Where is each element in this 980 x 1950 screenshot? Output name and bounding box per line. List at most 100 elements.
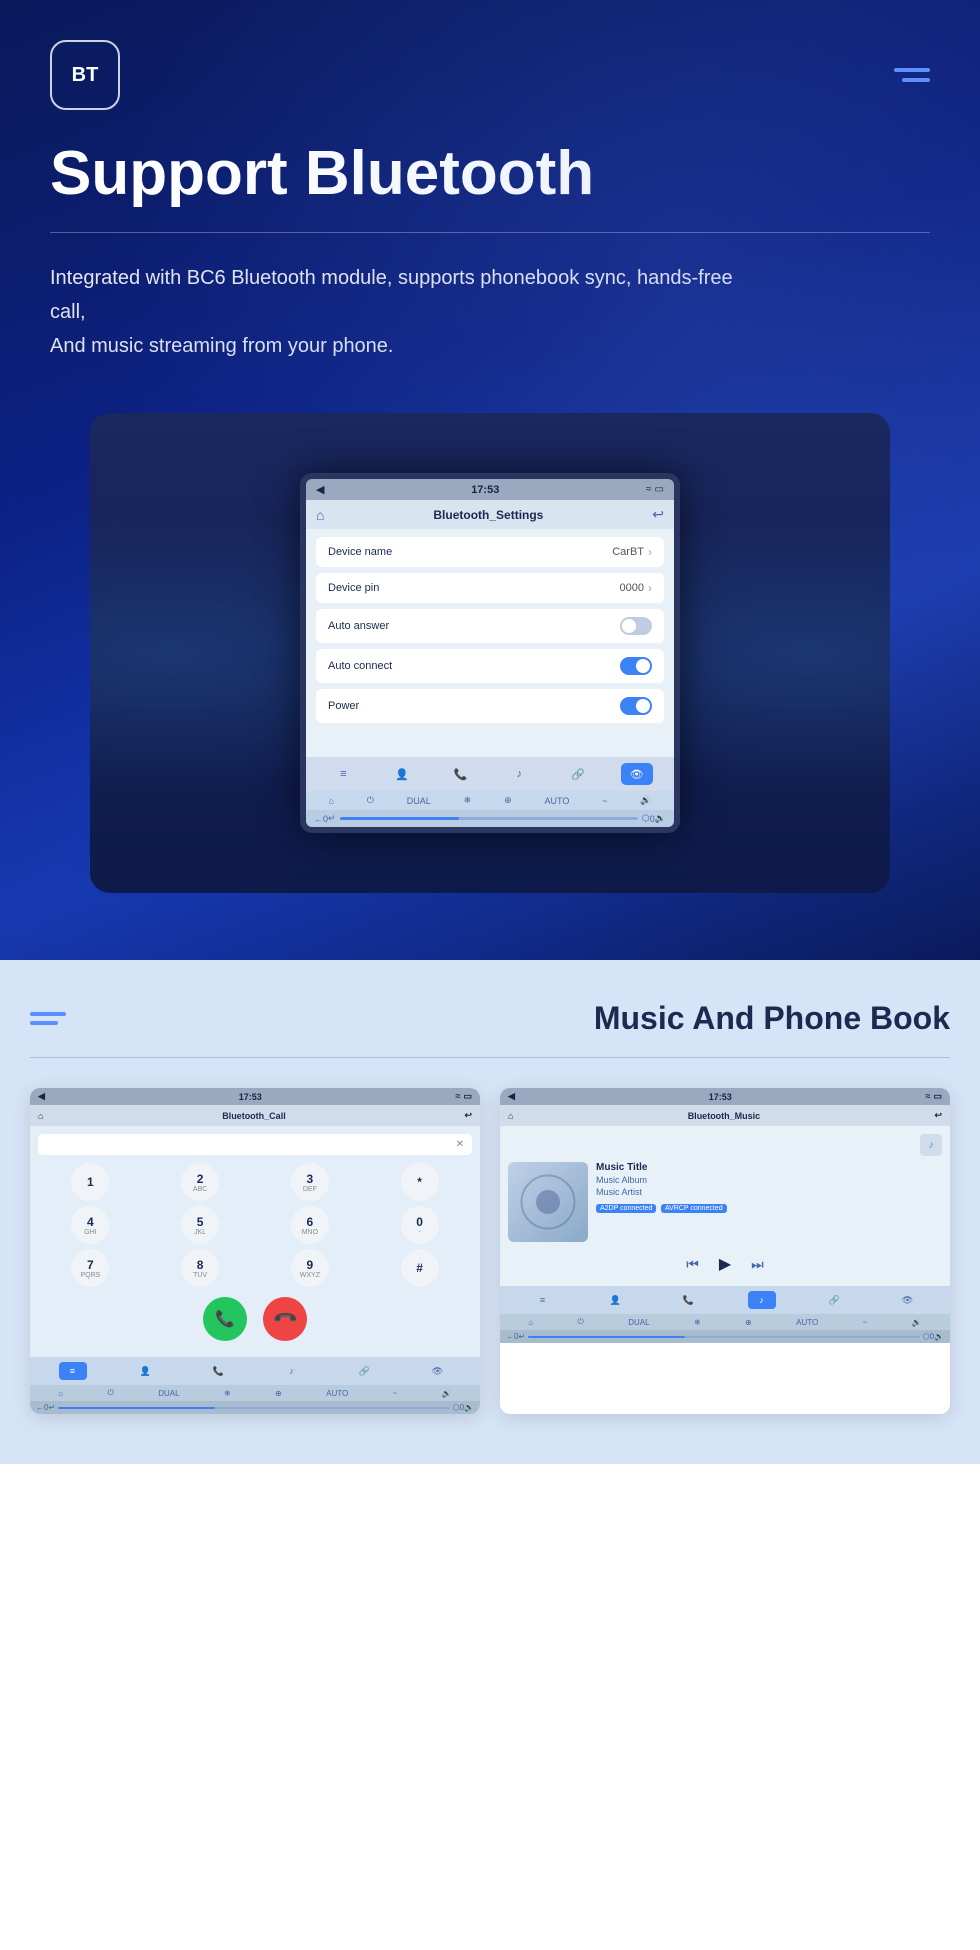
key-0[interactable]: 0-	[401, 1206, 439, 1244]
call-ctrl-vol[interactable]: 🔊	[442, 1389, 452, 1398]
music-status-bar: ◀ 17:53 ≈ ▭	[500, 1088, 950, 1105]
tab-link-icon[interactable]: 🔗	[562, 763, 594, 785]
key-4[interactable]: 4GHI	[71, 1206, 109, 1244]
call-bar-temp: ⬡	[453, 1403, 460, 1412]
key-star[interactable]: *	[401, 1163, 439, 1201]
call-tab-menu[interactable]: ≡	[59, 1362, 87, 1380]
key-2[interactable]: 2ABC	[181, 1163, 219, 1201]
music-note-btn[interactable]: ♪	[920, 1134, 942, 1156]
music-note-row: ♪	[508, 1134, 942, 1156]
music-tab-eye[interactable]: 👁	[894, 1291, 922, 1309]
device-name-label: Device name	[328, 546, 392, 558]
hero-divider	[50, 232, 930, 233]
music-home-icon[interactable]: ⌂	[508, 1111, 513, 1121]
ctrl-dual-label: DUAL	[407, 796, 431, 806]
power-toggle[interactable]	[620, 697, 652, 715]
key-8[interactable]: 8TUV	[181, 1249, 219, 1287]
volume-bar	[340, 817, 638, 820]
call-ctrl-fan: ~	[393, 1389, 398, 1398]
call-bar-vol[interactable]: 🔈	[464, 1403, 474, 1412]
two-screens: ◀ 17:53 ≈ ▭ ⌂ Bluetooth_Call ↩ ✕	[30, 1088, 950, 1414]
key-hash[interactable]: #	[401, 1249, 439, 1287]
settings-row-auto-answer[interactable]: Auto answer	[316, 609, 664, 643]
next-track-icon[interactable]: ⏭	[751, 1256, 764, 1273]
album-art	[508, 1162, 588, 1242]
key-9[interactable]: 9WXYZ	[291, 1249, 329, 1287]
music-nav-back-icon[interactable]: ↩	[934, 1110, 942, 1121]
music-bar-temp: ⬡	[923, 1332, 930, 1341]
ctrl-auto-label: AUTO	[544, 796, 569, 806]
music-screen: ◀ 17:53 ≈ ▭ ⌂ Bluetooth_Music ↩ ♪	[500, 1088, 950, 1414]
play-pause-icon[interactable]: ▶	[719, 1254, 731, 1274]
ctrl-home-icon[interactable]: ⌂	[328, 796, 333, 806]
car-screen-wrap: ◀ 17:53 ≈ ▭ ⌂ Bluetooth_Settings ↩	[50, 413, 930, 893]
settings-row-auto-connect[interactable]: Auto connect	[316, 649, 664, 683]
call-tab-phone[interactable]: 📞	[205, 1362, 233, 1380]
music-ctrl-vol[interactable]: 🔊	[912, 1318, 922, 1327]
call-bar-back[interactable]: ←	[36, 1403, 44, 1412]
back-ctrl-icon[interactable]: ←	[314, 814, 323, 824]
key-6[interactable]: 6MNO	[291, 1206, 329, 1244]
bottom-hamburger-icon[interactable]	[30, 1012, 66, 1025]
settings-row-device-name[interactable]: Device name CarBT ›	[316, 537, 664, 567]
tab-contacts-icon[interactable]: 👤	[386, 763, 418, 785]
answer-button[interactable]: 📞	[203, 1297, 247, 1341]
music-tab-menu[interactable]: ≡	[529, 1291, 557, 1309]
hangup-button[interactable]: 📞	[254, 1288, 316, 1350]
tab-music-icon[interactable]: ♪	[503, 763, 535, 785]
music-ctrl-dual: DUAL	[628, 1318, 649, 1327]
bt-logo: BT	[50, 40, 120, 110]
key-5[interactable]: 5JKL	[181, 1206, 219, 1244]
call-home-icon[interactable]: ⌂	[38, 1111, 43, 1121]
auto-answer-toggle[interactable]	[620, 617, 652, 635]
hero-title: Support Bluetooth	[50, 140, 930, 208]
music-tab-contacts[interactable]: 👤	[602, 1291, 630, 1309]
call-tab-music[interactable]: ♪	[278, 1362, 306, 1380]
home-icon[interactable]: ⌂	[316, 507, 324, 523]
music-mini-bar: ← 0 ↵ ⬡ 0 🔈	[500, 1330, 950, 1343]
music-tab-link[interactable]: 🔗	[821, 1291, 849, 1309]
call-ctrl-home[interactable]: ⌂	[58, 1389, 63, 1398]
music-bar-back[interactable]: ←	[506, 1332, 514, 1341]
call-ctrl-ac: ⊕	[275, 1389, 282, 1398]
prev-track-icon[interactable]: ⏮	[686, 1256, 699, 1273]
hamburger-menu-icon[interactable]	[894, 68, 930, 82]
vol-down-icon[interactable]: 🔈	[655, 813, 666, 824]
avrcp-badge: AVRCP connected	[661, 1204, 727, 1213]
call-ctrl-power[interactable]: ⏻	[107, 1388, 113, 1398]
tab-phone-icon[interactable]: 📞	[445, 763, 477, 785]
a2dp-badge: A2DP connected	[596, 1204, 656, 1213]
settings-row-device-pin[interactable]: Device pin 0000 ›	[316, 573, 664, 603]
call-input-row[interactable]: ✕	[38, 1134, 472, 1155]
call-tab-link[interactable]: 🔗	[351, 1362, 379, 1380]
screen-content: Device name CarBT › Device pin 0000 ›	[306, 529, 674, 757]
tab-eye-icon[interactable]: 👁	[621, 763, 653, 785]
call-nav-back-icon[interactable]: ↩	[464, 1110, 472, 1121]
ctrl-power-icon[interactable]: ⏻	[367, 795, 374, 806]
music-ctrl-home[interactable]: ⌂	[528, 1318, 533, 1327]
auto-connect-toggle[interactable]	[620, 657, 652, 675]
music-ctrl-ac: ⊕	[745, 1318, 752, 1327]
call-tab-contacts[interactable]: 👤	[132, 1362, 160, 1380]
key-7[interactable]: 7PQRS	[71, 1249, 109, 1287]
music-ctrl-snow: ❄	[694, 1318, 701, 1327]
music-ctrl-power[interactable]: ⏻	[577, 1317, 583, 1327]
tab-menu-icon[interactable]: ≡	[327, 763, 359, 785]
key-1[interactable]: 1	[71, 1163, 109, 1201]
keypad: 1 2ABC 3DEF * 4GHI 5JKL	[38, 1163, 472, 1287]
key-3[interactable]: 3DEF	[291, 1163, 329, 1201]
music-ctrl-auto: AUTO	[796, 1318, 818, 1327]
ctrl-fan-icon: ~	[602, 796, 607, 806]
call-input-clear-icon[interactable]: ✕	[456, 1139, 464, 1150]
device-name-value: CarBT ›	[612, 545, 652, 559]
screen-device: ◀ 17:53 ≈ ▭ ⌂ Bluetooth_Settings ↩	[300, 473, 680, 833]
call-nav-bar: ⌂ Bluetooth_Call ↩	[30, 1105, 480, 1126]
music-tab-phone[interactable]: 📞	[675, 1291, 703, 1309]
settings-row-power[interactable]: Power	[316, 689, 664, 723]
music-title: Music Title	[596, 1162, 942, 1173]
call-tab-eye[interactable]: 👁	[424, 1362, 452, 1380]
ctrl-vol-icon[interactable]: 🔊	[640, 795, 651, 806]
music-tab-music[interactable]: ♪	[748, 1291, 776, 1309]
nav-back-icon[interactable]: ↩	[652, 506, 664, 523]
music-bar-vol[interactable]: 🔈	[934, 1332, 944, 1341]
